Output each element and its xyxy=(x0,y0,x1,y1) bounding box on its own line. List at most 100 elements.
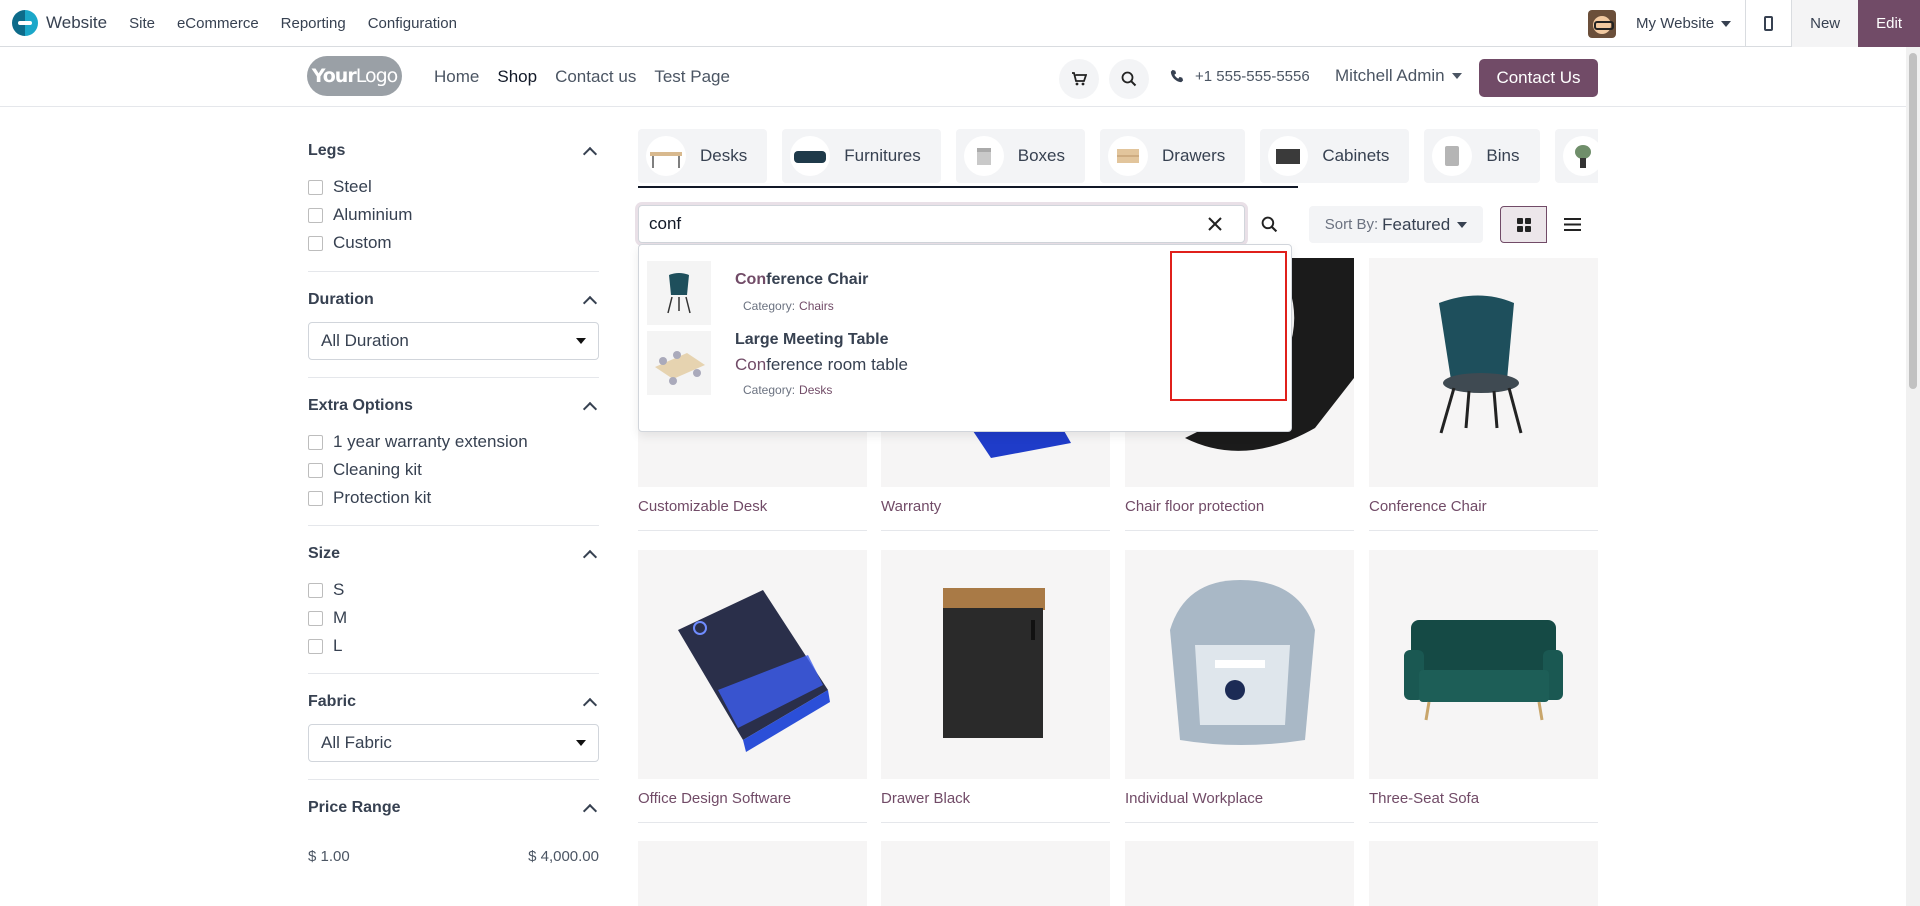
product-image[interactable] xyxy=(1369,550,1598,779)
edit-button[interactable]: Edit xyxy=(1858,0,1920,47)
product-image[interactable] xyxy=(881,841,1110,906)
product-name[interactable]: Chair floor protection xyxy=(1125,498,1354,520)
filter-header[interactable]: Size xyxy=(308,532,599,576)
product-card[interactable] xyxy=(881,841,1110,906)
product-card[interactable]: Drawer Black xyxy=(881,550,1110,823)
chevron-up-icon[interactable] xyxy=(582,549,598,565)
filter-option-cleaning-kit[interactable]: Cleaning kit xyxy=(308,456,599,484)
new-button[interactable]: New xyxy=(1791,0,1859,47)
checkbox[interactable] xyxy=(308,462,323,478)
product-card[interactable]: Individual Workplace xyxy=(1125,550,1354,823)
chevron-up-icon[interactable] xyxy=(582,803,598,819)
product-card[interactable] xyxy=(1369,841,1598,906)
checkbox[interactable] xyxy=(308,638,323,654)
filter-header[interactable]: Fabric xyxy=(308,680,599,724)
duration-select[interactable]: All Duration xyxy=(308,322,599,360)
page-scrollbar[interactable] xyxy=(1906,47,1920,906)
category-link[interactable]: Desks xyxy=(799,383,832,397)
filter-option-warranty[interactable]: 1 year warranty extension xyxy=(308,428,599,456)
product-search-box[interactable] xyxy=(638,205,1245,243)
checkbox[interactable] xyxy=(308,490,323,506)
product-card[interactable]: Three-Seat Sofa xyxy=(1369,550,1598,823)
category-desks[interactable]: Desks xyxy=(638,129,768,183)
result-category: Category: Desks xyxy=(743,383,832,397)
filter-option-protection-kit[interactable]: Protection kit xyxy=(308,484,599,512)
category-next-partial[interactable] xyxy=(1554,129,1598,183)
category-furnitures[interactable]: Furnitures xyxy=(782,129,941,183)
product-card[interactable]: Conference Chair xyxy=(1369,258,1598,531)
mobile-preview-button[interactable] xyxy=(1746,0,1791,47)
product-name[interactable]: Drawer Black xyxy=(881,790,1110,812)
product-name[interactable]: Warranty xyxy=(881,498,1110,520)
menu-configuration[interactable]: Configuration xyxy=(368,15,457,32)
checkbox[interactable] xyxy=(308,610,323,626)
search-submit-button[interactable] xyxy=(1247,205,1291,243)
user-avatar[interactable] xyxy=(1588,9,1617,38)
product-image[interactable] xyxy=(1369,258,1598,487)
scrollbar-thumb[interactable] xyxy=(1909,53,1917,389)
filter-option-custom[interactable]: Custom xyxy=(308,229,599,257)
category-label: Desks xyxy=(700,146,748,165)
filter-header[interactable]: Duration xyxy=(308,278,599,322)
phone-number-link[interactable]: +1 555-555-5556 xyxy=(1195,68,1310,85)
product-image[interactable] xyxy=(638,550,867,779)
category-drawers[interactable]: Drawers xyxy=(1100,129,1246,183)
product-image[interactable] xyxy=(1125,550,1354,779)
contact-us-button[interactable]: Contact Us xyxy=(1479,59,1598,97)
user-menu[interactable]: Mitchell Admin xyxy=(1335,66,1462,86)
product-image[interactable] xyxy=(881,550,1110,779)
checkbox[interactable] xyxy=(308,582,323,598)
category-boxes[interactable]: Boxes xyxy=(955,129,1086,183)
product-name[interactable]: Conference Chair xyxy=(1369,498,1598,520)
category-link[interactable]: Chairs xyxy=(799,299,834,313)
product-card[interactable]: Office Design Software xyxy=(638,550,867,823)
close-icon[interactable] xyxy=(1202,211,1228,237)
product-image[interactable] xyxy=(638,841,867,906)
category-bins[interactable]: Bins xyxy=(1424,129,1540,183)
nav-test-page[interactable]: Test Page xyxy=(654,67,730,87)
filter-option-steel[interactable]: Steel xyxy=(308,173,599,201)
website-app-brand[interactable]: Website xyxy=(0,0,107,47)
chevron-up-icon[interactable] xyxy=(582,401,598,417)
menu-ecommerce[interactable]: eCommerce xyxy=(177,15,259,32)
filter-header[interactable]: Price Range xyxy=(308,786,599,830)
product-search-input[interactable] xyxy=(649,206,1189,242)
filter-option-size-s[interactable]: S xyxy=(308,576,599,604)
product-name[interactable]: Customizable Desk xyxy=(638,498,867,520)
list-view-button[interactable] xyxy=(1547,206,1597,243)
product-card[interactable] xyxy=(638,841,867,906)
menu-site[interactable]: Site xyxy=(129,15,155,32)
chevron-up-icon[interactable] xyxy=(582,146,598,162)
fabric-select[interactable]: All Fabric xyxy=(308,724,599,762)
sort-dropdown[interactable]: Sort By: Featured xyxy=(1309,206,1483,243)
product-name[interactable]: Three-Seat Sofa xyxy=(1369,790,1598,812)
nav-contact-us[interactable]: Contact us xyxy=(555,67,636,87)
autocomplete-item-large-meeting-table[interactable]: Large Meeting Table Conference room tabl… xyxy=(647,331,1283,421)
menu-reporting[interactable]: Reporting xyxy=(281,15,346,32)
filter-option-aluminium[interactable]: Aluminium xyxy=(308,201,599,229)
checkbox[interactable] xyxy=(308,179,323,195)
chevron-up-icon[interactable] xyxy=(582,295,598,311)
header-search-button[interactable] xyxy=(1109,59,1149,99)
website-switcher[interactable]: My Website xyxy=(1636,0,1745,47)
product-image[interactable] xyxy=(1369,841,1598,906)
filter-header[interactable]: Extra Options xyxy=(308,384,599,428)
nav-shop[interactable]: Shop xyxy=(497,67,537,87)
chevron-up-icon[interactable] xyxy=(582,697,598,713)
checkbox[interactable] xyxy=(308,434,323,450)
filter-option-size-m[interactable]: M xyxy=(308,604,599,632)
autocomplete-item-conference-chair[interactable]: Conference Chair Category: Chairs xyxy=(647,261,1283,325)
product-card[interactable] xyxy=(1125,841,1354,906)
checkbox[interactable] xyxy=(308,207,323,223)
product-name[interactable]: Office Design Software xyxy=(638,790,867,812)
cart-button[interactable] xyxy=(1059,59,1099,99)
category-cabinets[interactable]: Cabinets xyxy=(1260,129,1410,183)
product-name[interactable]: Individual Workplace xyxy=(1125,790,1354,812)
grid-view-button[interactable] xyxy=(1500,206,1547,243)
product-image[interactable] xyxy=(1125,841,1354,906)
site-logo[interactable]: Your Logo xyxy=(307,56,402,96)
filter-option-size-l[interactable]: L xyxy=(308,632,599,660)
filter-header[interactable]: Legs xyxy=(308,129,599,173)
nav-home[interactable]: Home xyxy=(434,67,479,87)
checkbox[interactable] xyxy=(308,235,323,251)
